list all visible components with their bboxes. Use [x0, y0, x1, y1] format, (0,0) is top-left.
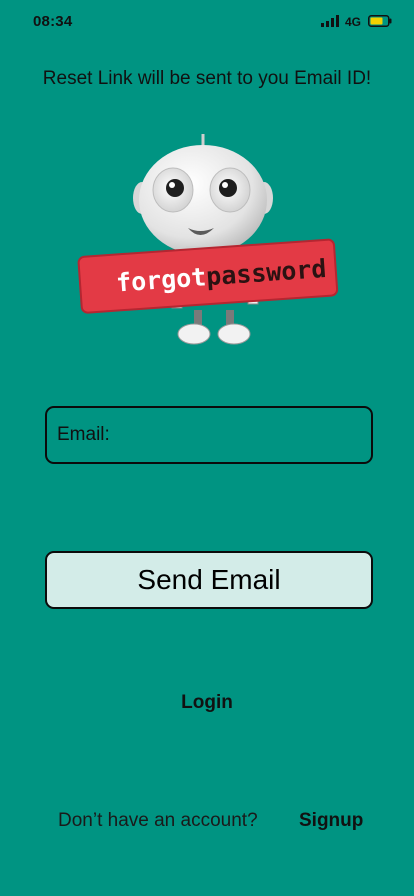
- status-time: 08:34: [33, 13, 73, 30]
- login-link[interactable]: Login: [0, 692, 414, 714]
- battery-icon: [368, 15, 392, 27]
- signup-link[interactable]: Signup: [299, 810, 363, 832]
- no-account-text: Don’t have an account?: [58, 810, 258, 831]
- email-field[interactable]: Email:: [45, 406, 373, 464]
- page-subtitle: Reset Link will be sent to you Email ID!: [42, 68, 372, 89]
- status-bar: 08:34 4G: [0, 0, 414, 44]
- forgot-password-robot-illustration: forgotpassword: [77, 134, 339, 345]
- cellular-signal-icon: [321, 15, 339, 27]
- network-type: 4G: [345, 15, 362, 29]
- send-email-button[interactable]: Send Email: [45, 551, 373, 609]
- email-label: Email:: [57, 424, 110, 445]
- email-input[interactable]: [115, 416, 367, 456]
